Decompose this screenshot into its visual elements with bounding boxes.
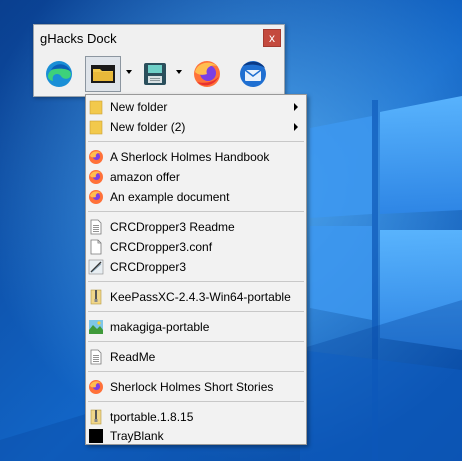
thunderbird-icon [240,61,266,87]
folder-icon [89,120,103,135]
close-icon: x [269,31,275,45]
edge-icon [46,61,72,87]
menu-item-label: New folder [110,100,168,114]
folder-icon [89,100,103,115]
submenu-arrow-icon [294,123,298,131]
menu-item-readme[interactable]: ReadMe [86,347,306,367]
archive-icon [90,409,102,425]
menu-item-label: amazon offer [110,170,180,184]
dock-app-edge-button[interactable] [41,56,77,92]
menu-item-label: Sherlock Holmes Short Stories [110,380,274,394]
firefox-icon [89,380,103,394]
firefox-icon [89,170,103,184]
dock-app-folder-button[interactable] [85,56,121,92]
dock-app-firefox-button[interactable] [189,56,225,92]
menu-item-label: CRCDropper3.conf [110,240,213,254]
folder-popup-menu: New folder New folder (2) A Sherlock Hol… [85,94,307,445]
menu-item-label: TrayBlank [110,429,164,443]
menu-item-tportable[interactable]: tportable.1.8.15 [86,407,306,427]
dock-toolbar [37,54,281,93]
menu-separator [88,281,304,282]
close-button[interactable]: x [263,29,281,47]
menu-item-label: New folder (2) [110,120,186,134]
folder-dropdown-arrow[interactable] [126,70,132,74]
menu-item-crcdropper-readme[interactable]: CRCDropper3 Readme [86,217,306,237]
blank-file-icon [90,239,102,255]
menu-separator [88,371,304,372]
menu-item-sherlock-handbook[interactable]: A Sherlock Holmes Handbook [86,147,306,167]
menu-item-example-document[interactable]: An example document [86,187,306,207]
menu-item-label: KeePassXC-2.4.3-Win64-portable [110,290,291,304]
archive-icon [90,289,102,305]
firefox-icon [194,61,220,87]
firefox-icon [89,150,103,164]
firefox-icon [89,190,103,204]
floppy-disk-icon [144,63,166,85]
folder-icon [91,65,115,83]
menu-item-label: CRCDropper3 Readme [110,220,235,234]
black-square-icon [89,429,103,443]
text-file-icon [90,349,102,365]
menu-item-makagiga[interactable]: makagiga-portable [86,317,306,337]
menu-separator [88,211,304,212]
menu-item-label: An example document [110,190,230,204]
menu-item-trayblank[interactable]: TrayBlank [86,426,306,446]
menu-item-keepassxc[interactable]: KeePassXC-2.4.3-Win64-portable [86,287,306,307]
app-shortcut-icon [88,259,104,275]
dock-app-floppy-button[interactable] [137,56,173,92]
dock-title: gHacks Dock [40,31,117,46]
menu-item-label: CRCDropper3 [110,260,187,274]
menu-item-label: ReadMe [110,350,156,364]
image-file-icon [89,320,103,334]
text-file-icon [90,219,102,235]
dock-window: gHacks Dock x [33,24,285,97]
menu-item-amazon-offer[interactable]: amazon offer [86,167,306,187]
menu-separator [88,341,304,342]
menu-item-label: A Sherlock Holmes Handbook [110,150,270,164]
floppy-dropdown-arrow[interactable] [176,70,182,74]
menu-item-crcdropper-conf[interactable]: CRCDropper3.conf [86,237,306,257]
menu-item-label: tportable.1.8.15 [110,410,194,424]
dock-app-thunderbird-button[interactable] [235,56,271,92]
menu-item-new-folder[interactable]: New folder [86,97,306,117]
menu-item-label: makagiga-portable [110,320,210,334]
menu-item-crcdropper[interactable]: CRCDropper3 [86,257,306,277]
menu-item-new-folder-2[interactable]: New folder (2) [86,117,306,137]
menu-separator [88,311,304,312]
menu-item-sherlock-short-stories[interactable]: Sherlock Holmes Short Stories [86,377,306,397]
submenu-arrow-icon [294,103,298,111]
menu-separator [88,401,304,402]
menu-separator [88,141,304,142]
